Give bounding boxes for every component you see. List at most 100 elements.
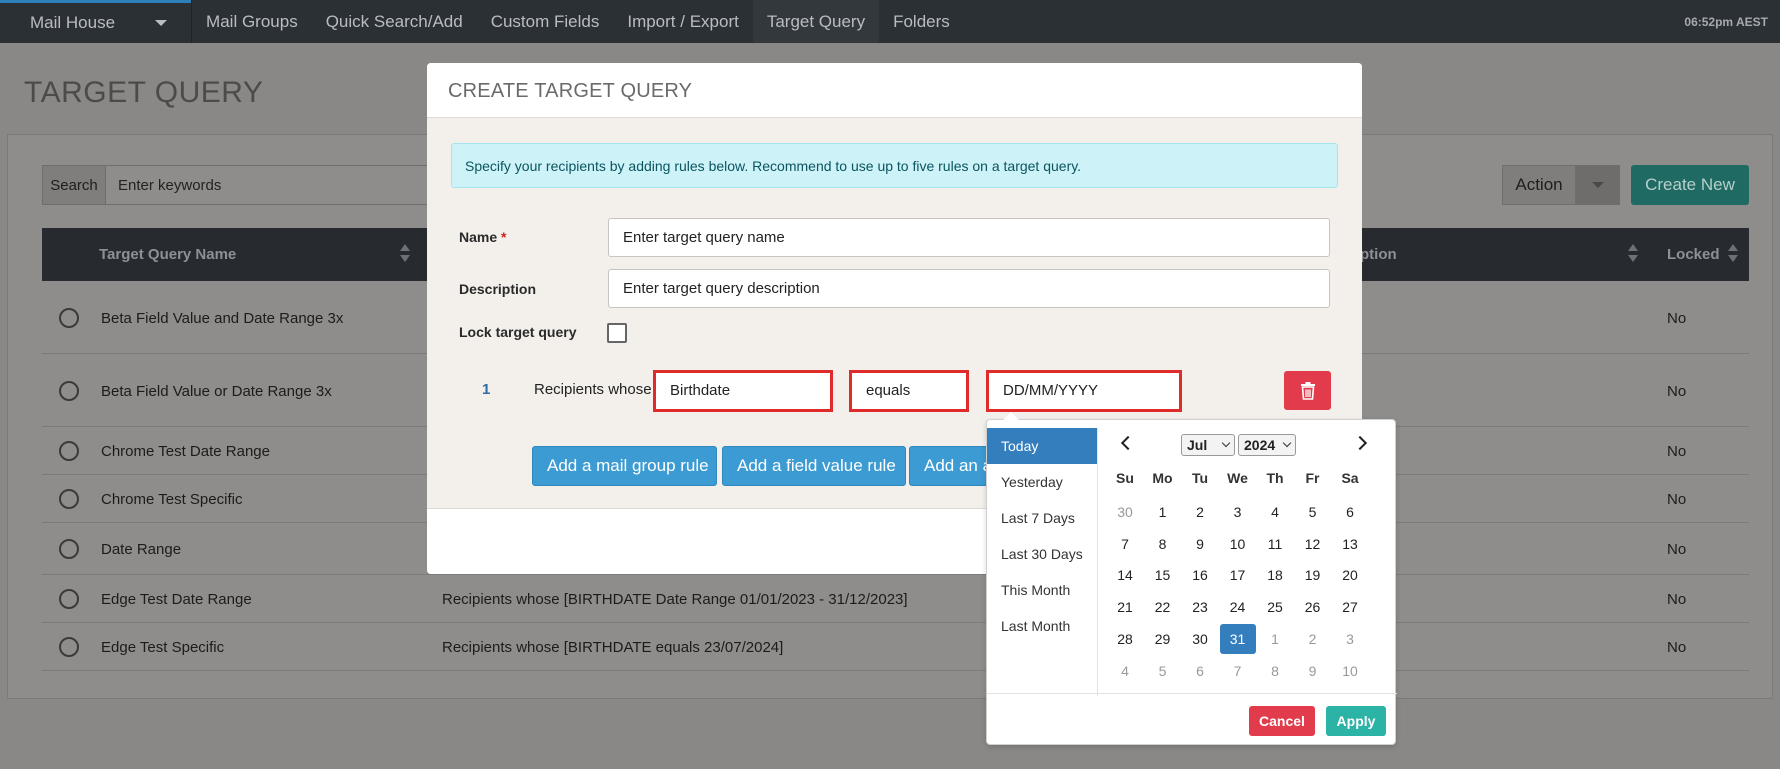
calendar-day[interactable]: 30 xyxy=(1182,624,1218,654)
date-picker-apply-button[interactable]: Apply xyxy=(1326,706,1386,736)
required-mark: * xyxy=(501,229,507,245)
add-mail-group-rule-button[interactable]: Add a mail group rule xyxy=(532,446,717,486)
month-select[interactable]: Jul xyxy=(1181,434,1235,456)
calendar-day[interactable]: 5 xyxy=(1295,497,1331,527)
calendar-day[interactable]: 10 xyxy=(1220,529,1256,559)
calendar-day[interactable]: 24 xyxy=(1220,592,1256,622)
row-radio[interactable] xyxy=(59,589,79,609)
lock-label: Lock target query xyxy=(459,324,577,340)
calendar-day[interactable]: 6 xyxy=(1332,497,1368,527)
calendar-day[interactable]: 2 xyxy=(1182,497,1218,527)
rule-date-input[interactable]: DD/MM/YYYY xyxy=(986,370,1182,412)
calendar-day[interactable]: 30 xyxy=(1107,497,1143,527)
info-alert: Specify your recipients by adding rules … xyxy=(451,143,1338,188)
calendar-day[interactable]: 23 xyxy=(1182,592,1218,622)
chevron-down-icon xyxy=(1282,438,1292,448)
calendar-day[interactable]: 20 xyxy=(1332,560,1368,590)
calendar-day[interactable]: 7 xyxy=(1107,529,1143,559)
row-radio[interactable] xyxy=(59,381,79,401)
calendar-day[interactable]: 10 xyxy=(1332,656,1368,686)
nav-item-custom-fields[interactable]: Custom Fields xyxy=(477,0,614,43)
action-button[interactable]: Action xyxy=(1502,165,1576,205)
row-name: Edge Test Date Range xyxy=(101,591,252,608)
range-this-month[interactable]: This Month xyxy=(987,572,1097,608)
row-locked: No xyxy=(1667,310,1687,327)
rule-field-select[interactable]: Birthdate xyxy=(653,370,833,412)
chevron-down-icon xyxy=(155,20,168,26)
calendar-day[interactable]: 12 xyxy=(1295,529,1331,559)
nav-item-mail-groups[interactable]: Mail Groups xyxy=(192,0,312,43)
calendar-day[interactable]: 17 xyxy=(1220,560,1256,590)
row-radio[interactable] xyxy=(59,637,79,657)
prev-month-icon[interactable] xyxy=(1120,435,1136,451)
calendar-day[interactable]: 11 xyxy=(1257,529,1293,559)
range-today[interactable]: Today xyxy=(987,428,1097,464)
calendar-day[interactable]: 6 xyxy=(1182,656,1218,686)
range-last-7-days[interactable]: Last 7 Days xyxy=(987,500,1097,536)
date-picker-cancel-button[interactable]: Cancel xyxy=(1249,706,1315,736)
calendar-day[interactable]: 19 xyxy=(1295,560,1331,590)
search-label: Search xyxy=(42,165,106,205)
calendar-day[interactable]: 9 xyxy=(1182,529,1218,559)
row-name: Chrome Test Specific xyxy=(101,491,243,508)
range-last-month[interactable]: Last Month xyxy=(987,608,1097,644)
column-header-name[interactable]: Target Query Name xyxy=(99,246,236,263)
calendar-day[interactable]: 4 xyxy=(1107,656,1143,686)
calendar-day[interactable]: 5 xyxy=(1145,656,1181,686)
calendar-day[interactable]: 25 xyxy=(1257,592,1293,622)
calendar-day[interactable]: 22 xyxy=(1145,592,1181,622)
create-new-button[interactable]: Create New xyxy=(1631,165,1749,205)
column-header-locked[interactable]: Locked xyxy=(1667,246,1720,263)
row-radio[interactable] xyxy=(59,308,79,328)
nav-item-target-query[interactable]: Target Query xyxy=(752,0,880,43)
calendar-day[interactable]: 2 xyxy=(1295,624,1331,654)
trash-icon xyxy=(1300,381,1315,400)
brand-dropdown[interactable]: Mail House xyxy=(0,0,192,43)
year-select[interactable]: 2024 xyxy=(1238,434,1296,456)
row-radio[interactable] xyxy=(59,539,79,559)
row-radio[interactable] xyxy=(59,489,79,509)
calendar-day[interactable]: 18 xyxy=(1257,560,1293,590)
calendar-day[interactable]: 26 xyxy=(1295,592,1331,622)
calendar-day[interactable]: 3 xyxy=(1332,624,1368,654)
description-input[interactable]: Enter target query description xyxy=(608,269,1330,308)
calendar-day[interactable]: 28 xyxy=(1107,624,1143,654)
row-radio[interactable] xyxy=(59,441,79,461)
calendar-day[interactable]: 1 xyxy=(1145,497,1181,527)
range-yesterday[interactable]: Yesterday xyxy=(987,464,1097,500)
next-month-icon[interactable] xyxy=(1352,435,1368,451)
calendar-day[interactable]: 8 xyxy=(1257,656,1293,686)
rule-operator-select[interactable]: equals xyxy=(849,370,969,412)
row-locked: No xyxy=(1667,383,1687,400)
nav-item-import-export[interactable]: Import / Export xyxy=(613,0,752,43)
action-dropdown-toggle[interactable] xyxy=(1576,165,1620,205)
range-last-30-days[interactable]: Last 30 Days xyxy=(987,536,1097,572)
row-locked: No xyxy=(1667,639,1687,656)
search-input[interactable]: Enter keywords xyxy=(106,165,446,205)
calendar-day[interactable]: 14 xyxy=(1107,560,1143,590)
add-field-value-rule-button[interactable]: Add a field value rule xyxy=(722,446,906,486)
calendar-day[interactable]: 29 xyxy=(1145,624,1181,654)
calendar-day[interactable]: 1 xyxy=(1257,624,1293,654)
table-row[interactable]: Edge Test Specific Recipients whose [BIR… xyxy=(42,623,1749,671)
table-row[interactable]: Edge Test Date Range Recipients whose [B… xyxy=(42,575,1749,623)
calendar-day[interactable]: 3 xyxy=(1220,497,1256,527)
add-another-rule-button[interactable]: Add an a xyxy=(909,446,991,486)
lock-checkbox[interactable] xyxy=(607,323,627,343)
calendar-day[interactable]: 7 xyxy=(1220,656,1256,686)
calendar-day[interactable]: 9 xyxy=(1295,656,1331,686)
weekday-label: Sa xyxy=(1341,470,1359,486)
calendar-day[interactable]: 27 xyxy=(1332,592,1368,622)
nav-item-folders[interactable]: Folders xyxy=(879,0,964,43)
calendar-day[interactable]: 16 xyxy=(1182,560,1218,590)
calendar-day[interactable]: 4 xyxy=(1257,497,1293,527)
name-input[interactable]: Enter target query name xyxy=(608,218,1330,257)
calendar-day[interactable]: 15 xyxy=(1145,560,1181,590)
nav-item-quick-search[interactable]: Quick Search/Add xyxy=(312,0,477,43)
weekday-label: We xyxy=(1227,470,1248,486)
calendar-day[interactable]: 31 xyxy=(1219,623,1256,654)
calendar-day[interactable]: 8 xyxy=(1145,529,1181,559)
delete-rule-button[interactable] xyxy=(1284,371,1331,410)
calendar-day[interactable]: 13 xyxy=(1332,529,1368,559)
calendar-day[interactable]: 21 xyxy=(1107,592,1143,622)
